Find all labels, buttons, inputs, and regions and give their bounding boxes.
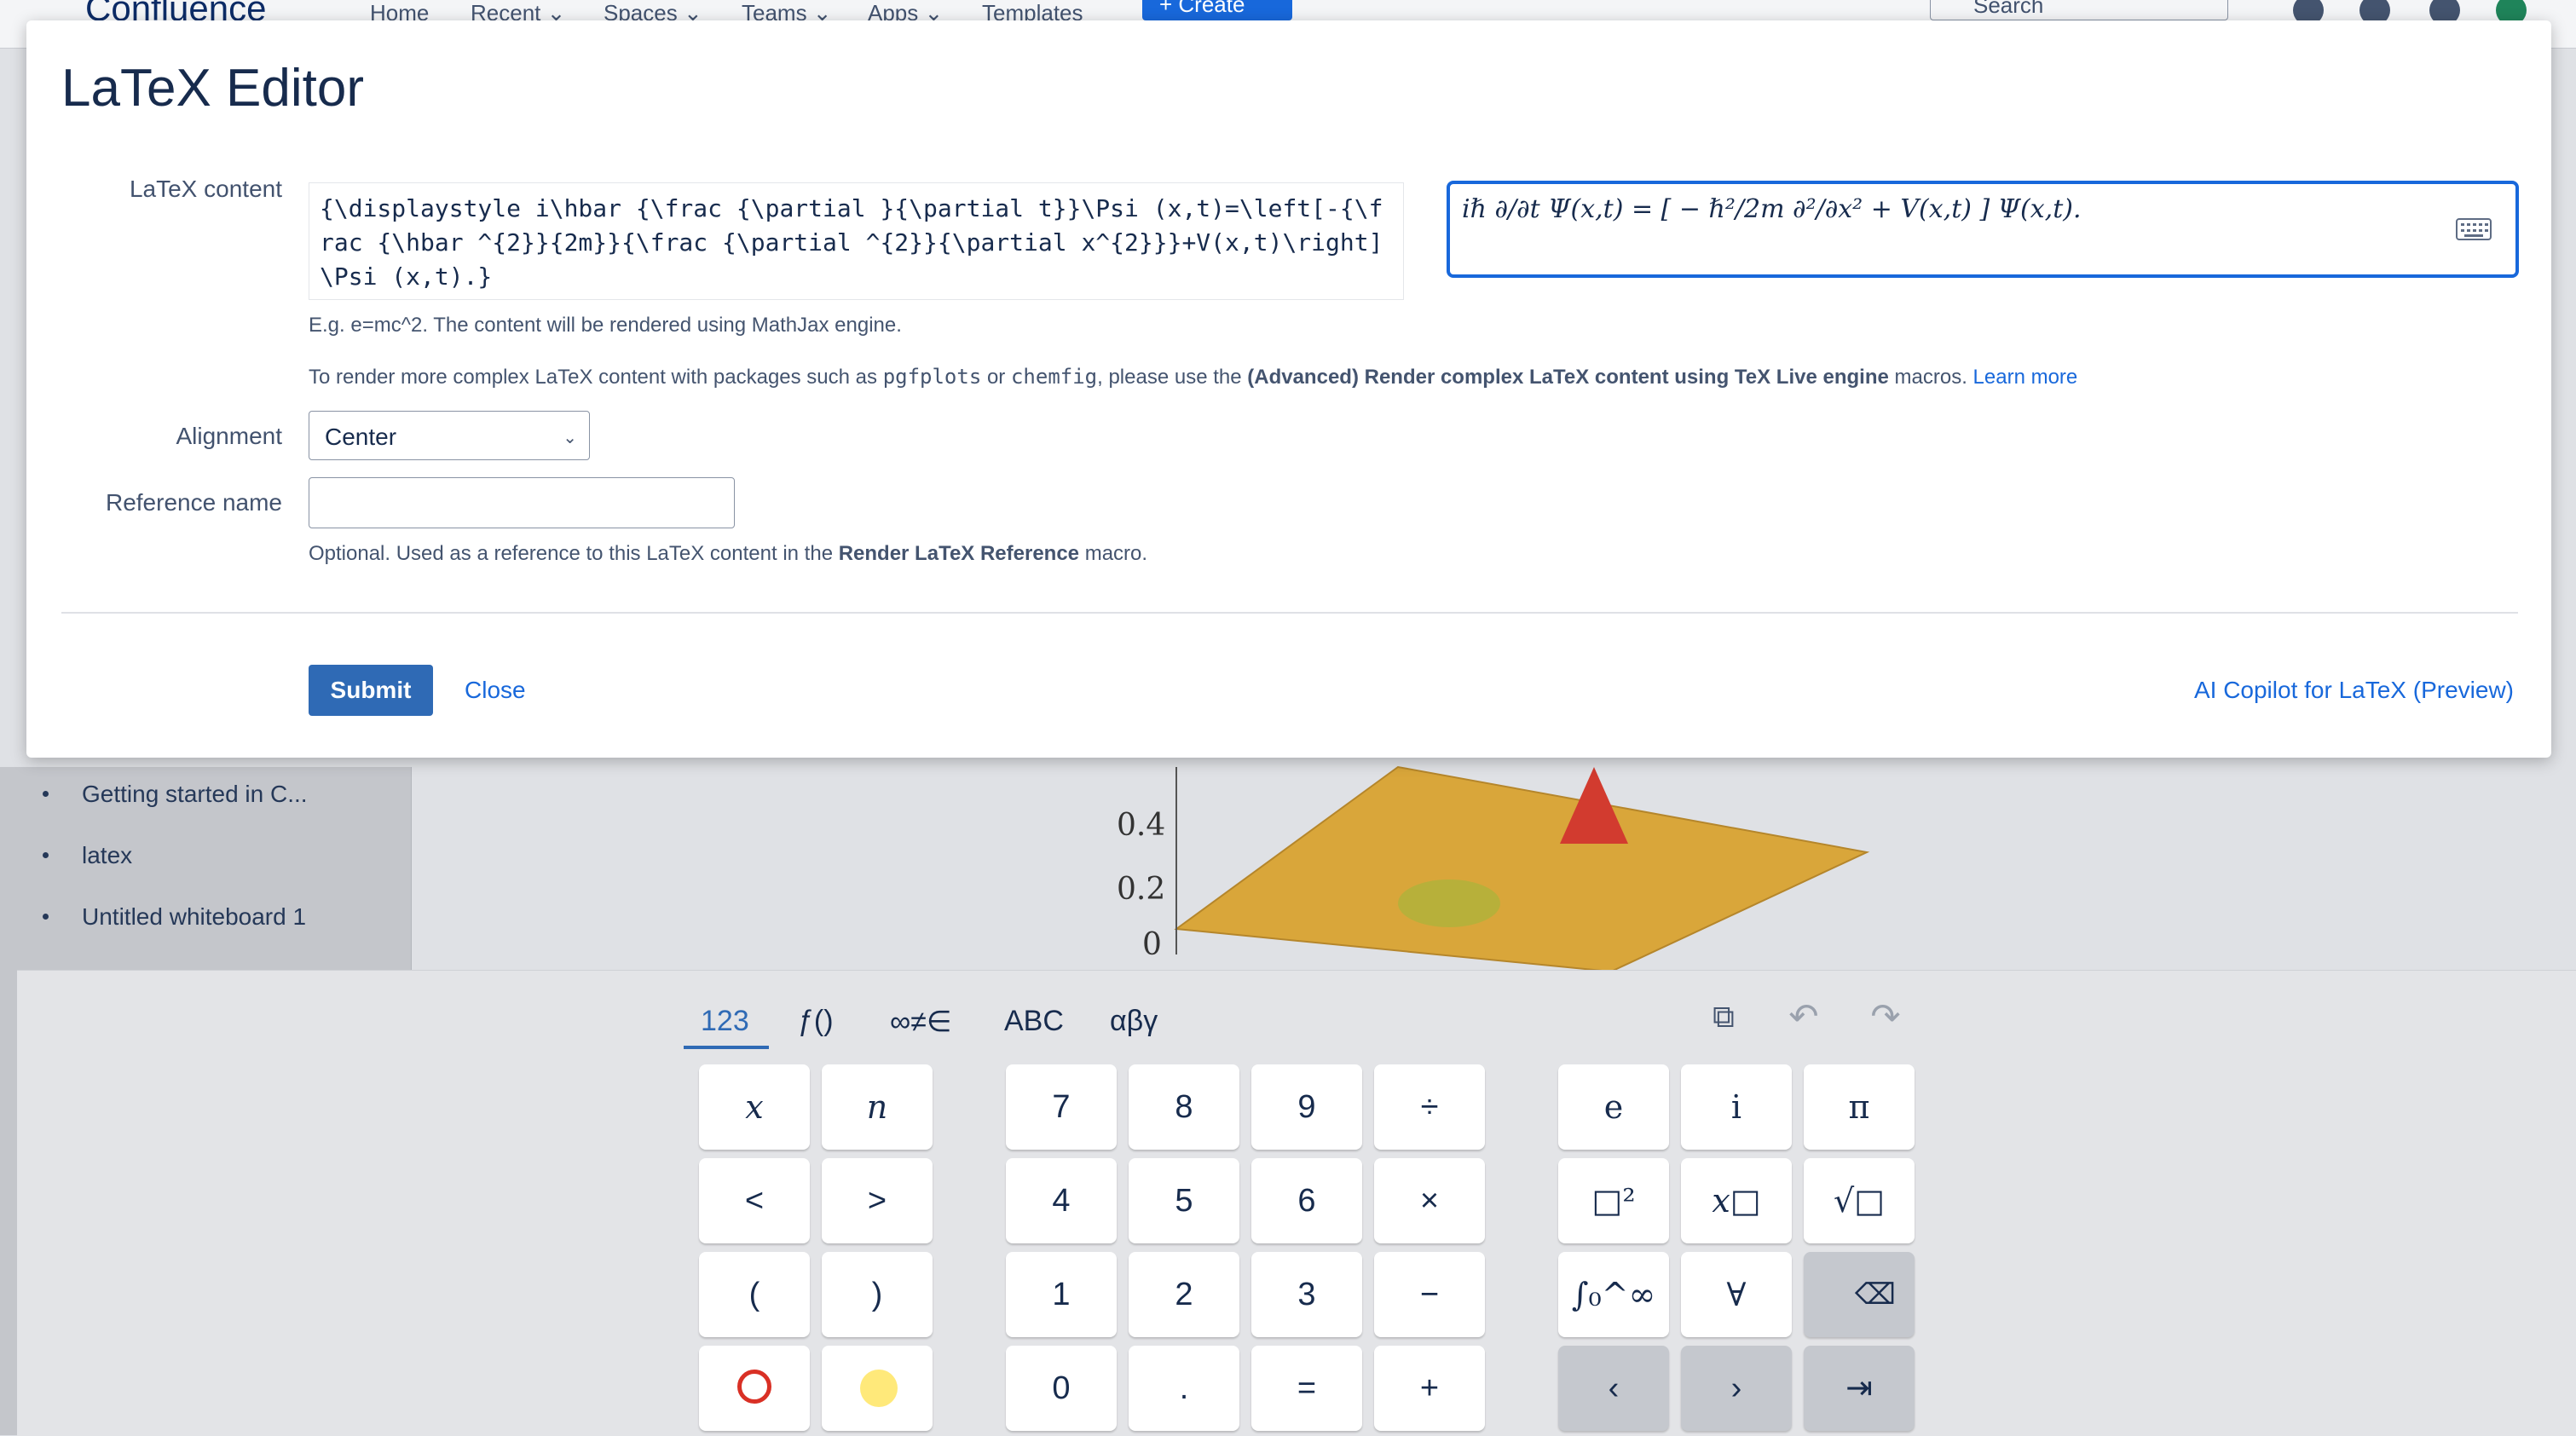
key-i[interactable]: i — [1681, 1064, 1792, 1150]
tick-label: 0 — [1142, 927, 1162, 962]
surface-trough — [1398, 879, 1500, 927]
key-x[interactable]: x — [699, 1064, 810, 1150]
key-2[interactable]: 2 — [1129, 1252, 1239, 1337]
key-0[interactable]: 0 — [1006, 1346, 1117, 1431]
key-7[interactable]: 7 — [1006, 1064, 1117, 1150]
reference-help-text: Optional. Used as a reference to this La… — [309, 542, 1147, 566]
keyboard-toggle-icon[interactable] — [2456, 218, 2492, 240]
chevron-down-icon: ⌄ — [563, 429, 577, 447]
sidebar-item-label: Getting started in C... — [82, 781, 308, 807]
package-name: pgfplots — [882, 365, 982, 389]
key-3[interactable]: 3 — [1251, 1252, 1362, 1337]
key-power[interactable]: x□ — [1681, 1158, 1792, 1243]
key-6[interactable]: 6 — [1251, 1158, 1362, 1243]
math-preview-field[interactable]: iℏ ∂/∂t Ψ(x,t) = [ − ℏ²/2m ∂²/∂x² + V(x,… — [1447, 181, 2519, 278]
undo-icon[interactable]: ↶ — [1785, 998, 1822, 1035]
key-backspace[interactable]: ⌫ — [1804, 1252, 1915, 1337]
help-text-part: macros. — [1888, 366, 1973, 389]
key-1[interactable]: 1 — [1006, 1252, 1117, 1337]
tab-symbols[interactable]: ∞≠∈ — [890, 1005, 952, 1039]
tick-label: 0.4 — [1117, 808, 1165, 843]
key-forall[interactable]: ∀ — [1681, 1252, 1792, 1337]
key-n[interactable]: n — [822, 1064, 933, 1150]
create-button[interactable]: + Create — [1142, 0, 1292, 20]
rendered-equation: iℏ ∂/∂t Ψ(x,t) = [ − ℏ²/2m ∂²/∂x² + V(x,… — [1462, 194, 2082, 224]
help-text-part: or — [981, 366, 1011, 389]
help-text-part: Optional. Used as a reference to this La… — [309, 542, 839, 565]
learn-more-link[interactable]: Learn more — [1973, 366, 2078, 389]
yellow-dot-icon — [860, 1370, 898, 1407]
tab-numeric[interactable]: 123 — [701, 1005, 749, 1038]
tab-alphabetic[interactable]: ABC — [1004, 1005, 1064, 1038]
key-greater-than[interactable]: > — [822, 1158, 933, 1243]
example-help-text: E.g. e=mc^2. The content will be rendere… — [309, 314, 902, 337]
alignment-label: Alignment — [176, 423, 282, 449]
key-pi[interactable]: π — [1804, 1064, 1915, 1150]
surface-plot: 0.4 0.2 0 — [1117, 765, 1870, 972]
macro-name: (Advanced) Render complex LaTeX content … — [1247, 366, 1889, 389]
key-integral[interactable]: ∫₀^∞ — [1558, 1252, 1669, 1337]
key-move-right[interactable]: › — [1681, 1346, 1792, 1431]
reference-name-input[interactable] — [309, 477, 735, 528]
backspace-icon: ⌫ — [1854, 1278, 1896, 1311]
active-tab-indicator — [684, 1046, 769, 1049]
redo-icon[interactable]: ↷ — [1867, 998, 1904, 1035]
key-equals[interactable]: = — [1251, 1346, 1362, 1431]
sidebar-item-label: Untitled whiteboard 1 — [82, 903, 307, 930]
ai-copilot-link[interactable]: AI Copilot for LaTeX (Preview) — [2194, 677, 2514, 704]
bullet-icon — [43, 852, 49, 858]
key-minus[interactable]: − — [1374, 1252, 1485, 1337]
key-yellow-dot[interactable] — [822, 1346, 933, 1431]
key-decimal[interactable]: . — [1129, 1346, 1239, 1431]
surface-plane — [1174, 765, 1870, 972]
tab-forward-icon: ⇥ — [1845, 1370, 1873, 1406]
key-tab-forward[interactable]: ⇥ — [1804, 1346, 1915, 1431]
key-right-paren[interactable]: ) — [822, 1252, 933, 1337]
key-move-left[interactable]: ‹ — [1558, 1346, 1669, 1431]
virtual-math-keyboard: 123 ƒ() ∞≠∈ ABC αβγ ⧉ ↶ ↷ x n < > ( ) 7 … — [17, 970, 2576, 1436]
key-sqrt[interactable]: √□ — [1804, 1158, 1915, 1243]
help-text-part: To render more complex LaTeX content wit… — [309, 366, 883, 389]
key-e[interactable]: e — [1558, 1064, 1669, 1150]
dialog-title: LaTeX Editor — [61, 59, 364, 118]
help-text-part: , please use the — [1097, 366, 1248, 389]
key-less-than[interactable]: < — [699, 1158, 810, 1243]
key-left-paren[interactable]: ( — [699, 1252, 810, 1337]
close-button[interactable]: Close — [465, 677, 526, 704]
tab-greek[interactable]: αβγ — [1110, 1005, 1158, 1038]
bullet-icon — [43, 791, 49, 797]
key-plus[interactable]: + — [1374, 1346, 1485, 1431]
latex-source-editor[interactable]: {\displaystyle i\hbar {\frac {\partial }… — [309, 182, 1404, 300]
key-divide[interactable]: ÷ — [1374, 1064, 1485, 1150]
key-red-circle[interactable] — [699, 1346, 810, 1431]
sidebar-item-label: latex — [82, 842, 133, 868]
latex-content-label: LaTeX content — [129, 176, 282, 202]
key-8[interactable]: 8 — [1129, 1064, 1239, 1150]
submit-button[interactable]: Submit — [309, 665, 433, 716]
help-text-part: macro. — [1079, 542, 1148, 565]
package-name: chemfig — [1010, 365, 1098, 389]
macro-name: Render LaTeX Reference — [838, 542, 1080, 565]
complex-help-text: To render more complex LaTeX content wit… — [309, 365, 2077, 389]
search-input[interactable]: Search — [1930, 0, 2228, 20]
divider — [61, 612, 2518, 614]
tick-label: 0.2 — [1117, 872, 1165, 907]
latex-editor-dialog: LaTeX Editor LaTeX content {\displaystyl… — [26, 20, 2551, 758]
reference-name-label: Reference name — [105, 489, 282, 516]
key-9[interactable]: 9 — [1251, 1064, 1362, 1150]
key-multiply[interactable]: × — [1374, 1158, 1485, 1243]
key-square[interactable]: □² — [1558, 1158, 1669, 1243]
alignment-value: Center — [325, 424, 397, 450]
tab-functions[interactable]: ƒ() — [798, 1005, 834, 1038]
bullet-icon — [43, 914, 49, 920]
red-circle-icon — [737, 1370, 771, 1404]
alignment-select[interactable]: Center ⌄ — [309, 411, 590, 460]
key-4[interactable]: 4 — [1006, 1158, 1117, 1243]
copy-icon[interactable]: ⧉ — [1705, 998, 1742, 1035]
key-5[interactable]: 5 — [1129, 1158, 1239, 1243]
